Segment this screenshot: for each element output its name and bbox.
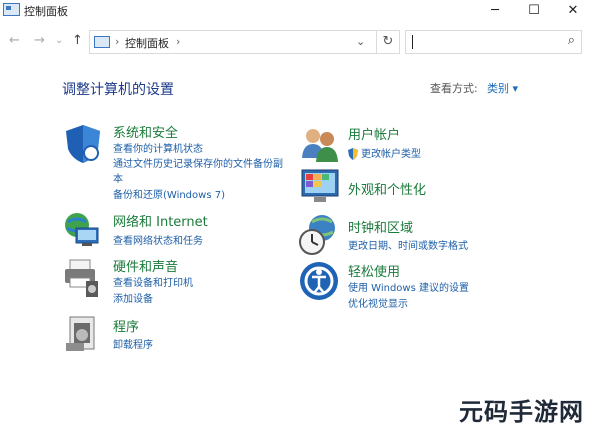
breadcrumb-separator: › (115, 35, 120, 48)
link-view-computer-status[interactable]: 查看你的计算机状态 (113, 140, 203, 155)
window-title: 控制面板 (24, 5, 68, 18)
maximize-button[interactable]: ☐ (515, 1, 553, 21)
link-add-device[interactable]: 添加设备 (113, 290, 153, 305)
programs-icon[interactable] (64, 313, 102, 357)
address-dropdown-button[interactable]: ⌄ (356, 35, 365, 48)
up-button[interactable]: ↑ (72, 33, 83, 48)
forward-button[interactable]: → (34, 33, 45, 48)
printer-icon[interactable] (62, 256, 102, 302)
text-caret (412, 35, 413, 49)
users-icon[interactable] (300, 124, 340, 168)
link-optimize-visual-display[interactable]: 优化视觉显示 (348, 295, 408, 310)
breadcrumb-separator[interactable]: › (176, 35, 180, 48)
link-file-history-backup-cont[interactable]: 本 (113, 170, 123, 185)
view-by-label: 查看方式: (430, 82, 478, 95)
link-change-account-type[interactable]: 更改帐户类型 (361, 145, 421, 160)
clock-region-title[interactable]: 时钟和区域 (348, 217, 413, 236)
address-bar[interactable]: › 控制面板 › ⌄ (89, 30, 400, 54)
minimize-button[interactable]: ─ (476, 1, 514, 21)
control-panel-icon (3, 3, 20, 16)
uac-shield-icon (348, 145, 358, 164)
refresh-button[interactable]: ↻ (376, 30, 400, 54)
title-bar: 控制面板 ─ ☐ ✕ (0, 0, 592, 22)
shield-icon[interactable] (62, 123, 104, 169)
ease-of-access-title[interactable]: 轻松使用 (348, 261, 400, 280)
page-title: 调整计算机的设置 (62, 82, 174, 98)
link-change-date-time-format[interactable]: 更改日期、时间或数字格式 (348, 237, 468, 252)
user-accounts-title[interactable]: 用户帐户 (348, 124, 400, 143)
search-icon[interactable]: ⌕ (568, 33, 575, 48)
appearance-monitor-icon[interactable] (300, 166, 342, 210)
view-by-dropdown[interactable]: 类别 ▾ (487, 80, 518, 96)
link-devices-printers[interactable]: 查看设备和打印机 (113, 274, 193, 289)
control-panel-icon (94, 36, 110, 48)
link-backup-restore[interactable]: 备份和还原(Windows 7) (113, 186, 225, 201)
close-button[interactable]: ✕ (554, 1, 592, 21)
network-internet-title[interactable]: 网络和 Internet (113, 211, 208, 230)
hardware-sound-title[interactable]: 硬件和声音 (113, 256, 178, 275)
breadcrumb-control-panel[interactable]: 控制面板 (125, 35, 169, 51)
clock-globe-icon[interactable] (298, 212, 340, 260)
watermark-text: 元码手游网 (459, 398, 584, 426)
link-uninstall-program[interactable]: 卸载程序 (113, 336, 153, 351)
ease-of-access-icon[interactable] (298, 260, 340, 306)
programs-title[interactable]: 程序 (113, 316, 139, 335)
link-file-history-backup[interactable]: 通过文件历史记录保存你的文件备份副 (113, 155, 283, 170)
system-security-title[interactable]: 系统和安全 (113, 122, 178, 141)
link-windows-suggested-settings[interactable]: 使用 Windows 建议的设置 (348, 279, 469, 294)
link-network-status[interactable]: 查看网络状态和任务 (113, 232, 203, 247)
back-button[interactable]: ← (9, 33, 20, 48)
search-input[interactable]: ⌕ (405, 30, 582, 54)
recent-locations-dropdown[interactable]: ⌄ (55, 35, 63, 46)
network-globe-icon[interactable] (62, 210, 102, 254)
appearance-title[interactable]: 外观和个性化 (348, 179, 426, 198)
